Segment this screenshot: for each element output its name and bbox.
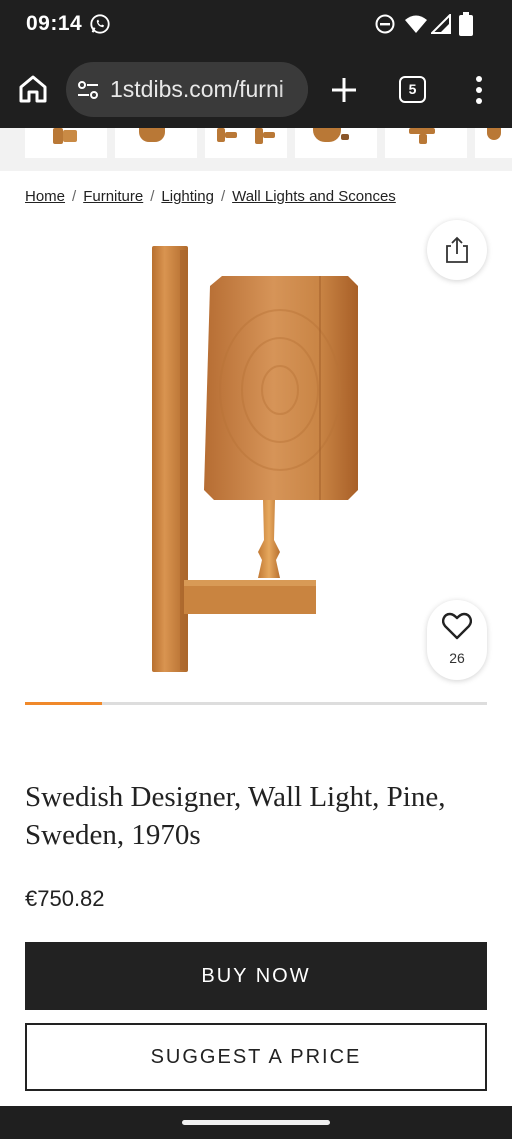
home-icon[interactable]	[16, 72, 50, 106]
site-settings-icon[interactable]	[76, 78, 100, 102]
breadcrumb: Home / Furniture / Lighting / Wall Lights and …	[25, 188, 396, 205]
share-icon	[446, 236, 468, 263]
thumbnail[interactable]	[115, 128, 197, 158]
buy-now-button[interactable]: BUY NOW	[25, 942, 487, 1010]
tab-switcher-icon[interactable]: 5	[399, 76, 426, 103]
carousel-progress	[25, 702, 487, 705]
thumbnail[interactable]	[205, 128, 287, 158]
favorite-button[interactable]: 26	[427, 600, 487, 680]
plus-icon[interactable]	[330, 76, 358, 104]
breadcrumb-separator: /	[220, 188, 226, 205]
product-price: €750.82	[25, 886, 105, 911]
thumbnail[interactable]	[385, 128, 467, 158]
wifi-icon	[405, 15, 427, 33]
breadcrumb-separator: /	[150, 188, 155, 205]
heart-icon	[442, 612, 472, 640]
share-button[interactable]	[427, 220, 487, 280]
browser-toolbar: 1stdibs.com/furni 5	[0, 52, 512, 128]
product-image[interactable]	[130, 240, 370, 680]
signal-icon	[431, 14, 451, 34]
do-not-disturb-icon	[375, 14, 395, 34]
url-bar[interactable]: 1stdibs.com/furni	[66, 62, 308, 117]
suggest-price-button[interactable]: SUGGEST A PRICE	[25, 1023, 487, 1091]
status-time: 09:14	[26, 12, 83, 35]
carousel-progress-fill	[25, 702, 102, 705]
breadcrumb-home[interactable]: Home	[25, 188, 65, 205]
status-bar: 09:14	[0, 0, 512, 52]
navigation-bar	[0, 1106, 512, 1139]
thumbnail[interactable]	[25, 128, 107, 158]
breadcrumb-separator: /	[72, 188, 77, 205]
thumbnail-strip[interactable]	[0, 128, 512, 171]
breadcrumb-wall-lights[interactable]: Wall Lights and Sconces	[232, 188, 396, 205]
gesture-handle[interactable]	[182, 1120, 330, 1125]
product-title: Swedish Designer, Wall Light, Pine, Swed…	[25, 781, 446, 851]
url-text[interactable]: 1stdibs.com/furni	[110, 76, 284, 103]
breadcrumb-lighting[interactable]: Lighting	[161, 188, 214, 205]
breadcrumb-furniture[interactable]: Furniture	[83, 188, 143, 205]
whatsapp-icon	[90, 14, 110, 34]
url-fade	[278, 62, 308, 117]
battery-icon	[459, 12, 473, 36]
favorite-count: 26	[449, 650, 465, 666]
thumbnail[interactable]	[295, 128, 377, 158]
more-vert-icon[interactable]	[466, 74, 492, 106]
thumbnail[interactable]	[475, 128, 512, 158]
